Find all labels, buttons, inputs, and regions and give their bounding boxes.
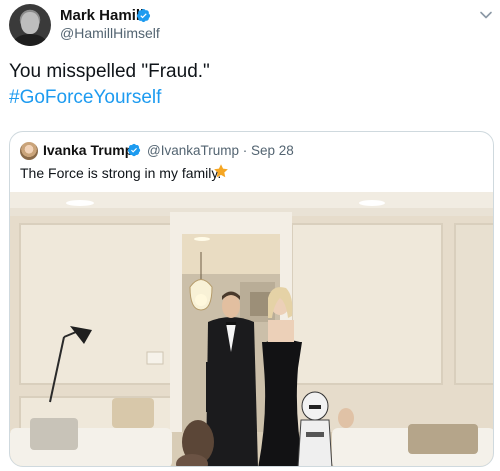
quoted-tweet-text: The Force is strong in my family.	[20, 165, 222, 181]
quoted-tweet-photo[interactable]	[10, 192, 494, 467]
author-avatar[interactable]	[9, 4, 51, 46]
quoted-tweet-card[interactable]: Ivanka Trump @IvankaTrump · Sep 28 The F…	[9, 131, 494, 467]
tweet: Mark Hamill @HamillHimself You misspelle…	[0, 0, 500, 471]
star-emoji-icon	[214, 164, 228, 178]
chevron-down-icon[interactable]	[479, 8, 493, 22]
avatar-shoulders	[13, 34, 47, 46]
quoted-author-handle-date[interactable]: @IvankaTrump · Sep 28	[147, 143, 294, 158]
author-name[interactable]: Mark Hamill	[60, 7, 144, 24]
author-handle[interactable]: @HamillHimself	[60, 25, 160, 41]
quoted-author-avatar[interactable]	[20, 142, 38, 160]
verified-badge-icon	[136, 8, 151, 23]
quoted-author-name[interactable]: Ivanka Trump	[43, 142, 133, 158]
tweet-text: You misspelled "Fraud."	[9, 61, 210, 82]
avatar-face	[21, 12, 39, 34]
verified-badge-icon	[127, 143, 141, 157]
hashtag-link[interactable]: #GoForceYourself	[9, 87, 161, 109]
